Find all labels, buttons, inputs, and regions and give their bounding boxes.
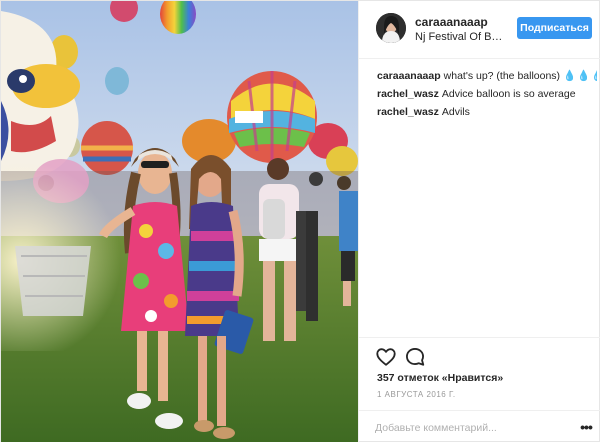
add-comment-section: ••• <box>359 410 600 442</box>
balloon-festival-image <box>1 1 358 442</box>
comment-text: what's up? (the balloons) <box>443 70 561 82</box>
comment-item: rachel_wasz Advils <box>377 103 597 121</box>
comment-item: rachel_wasz Advice balloon is so average <box>377 85 597 103</box>
post-header: caraaanaaap Nj Festival Of Ball... Подпи… <box>359 1 600 59</box>
droplet-emoji: 💧💧💧 <box>562 70 597 82</box>
username-link[interactable]: caraaanaaap <box>415 15 488 29</box>
comment-text: Advice balloon is so average <box>441 88 576 100</box>
post-photo[interactable] <box>1 1 358 442</box>
instagram-post: caraaanaaap Nj Festival Of Ball... Подпи… <box>0 0 600 442</box>
follow-button[interactable]: Подписаться <box>517 17 592 39</box>
avatar-image <box>376 13 406 43</box>
ellipsis-icon[interactable]: ••• <box>576 417 596 437</box>
post-date: 1 АВГУСТА 2016 Г. <box>377 390 456 399</box>
like-button[interactable] <box>375 346 397 368</box>
avatar[interactable] <box>376 13 406 43</box>
comment-item: caraaanaaapwhat's up? (the balloons) 💧💧💧 <box>377 67 597 85</box>
comment-text: Advils <box>441 106 470 118</box>
comment-button[interactable] <box>404 346 426 368</box>
comment-username[interactable]: caraaanaaap <box>377 70 441 82</box>
location-link[interactable]: Nj Festival Of Ball... <box>415 31 507 43</box>
comment-input[interactable] <box>375 419 555 437</box>
speech-bubble-icon <box>406 348 425 366</box>
comment-username[interactable]: rachel_wasz <box>377 88 439 100</box>
post-sidebar: caraaanaaap Nj Festival Of Ball... Подпи… <box>358 1 600 442</box>
comment-username[interactable]: rachel_wasz <box>377 106 439 118</box>
comments-list: caraaanaaapwhat's up? (the balloons) 💧💧💧… <box>377 67 597 121</box>
heart-icon <box>376 348 396 366</box>
post-actions: 357 отметок «Нравится» 1 АВГУСТА 2016 Г.… <box>359 337 600 442</box>
likes-count[interactable]: 357 отметок «Нравится» <box>377 372 503 384</box>
